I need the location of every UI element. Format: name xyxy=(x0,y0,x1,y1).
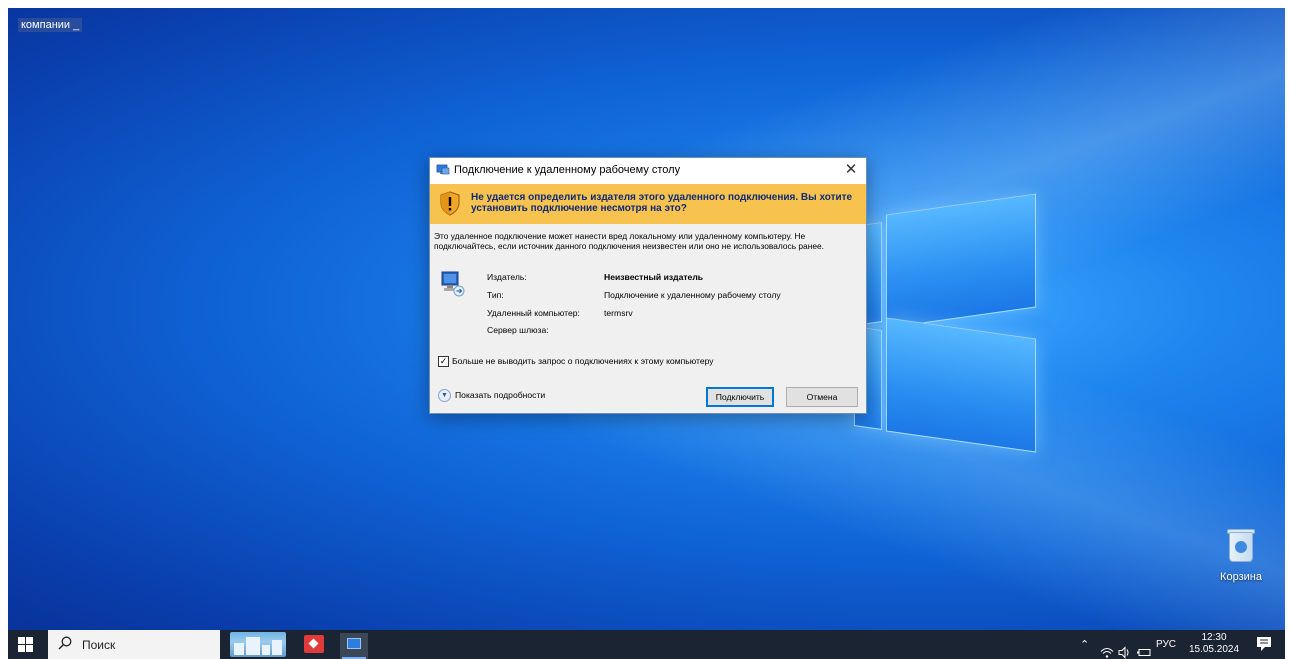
dont-ask-label[interactable]: Больше не выводить запрос о подключениях… xyxy=(452,356,714,366)
recycle-bin[interactable]: Корзина xyxy=(1206,528,1276,583)
remote-computer-label: Удаленный компьютер: xyxy=(487,308,580,318)
notification-icon[interactable] xyxy=(1256,636,1272,652)
top-caption: компании _ xyxy=(18,18,83,32)
computer-icon xyxy=(441,271,465,297)
clock-time: 12:30 xyxy=(1201,632,1227,643)
recycle-bin-icon xyxy=(1226,528,1256,562)
dialog-description: Это удаленное подключение может нанести … xyxy=(434,231,824,251)
warning-text: Не удается определить издателя этого уда… xyxy=(471,192,853,214)
logo-pane-bottom-right xyxy=(886,317,1036,453)
anydesk-taskbar-icon[interactable] xyxy=(304,635,324,653)
dialog-title: Подключение к удаленному рабочему столу xyxy=(454,164,681,176)
shield-warning-icon xyxy=(440,191,460,216)
chevron-up-icon[interactable]: ⌃ xyxy=(1080,638,1089,659)
search-icon xyxy=(58,636,72,650)
dont-ask-checkbox[interactable]: ✓ xyxy=(438,356,449,367)
recycle-bin-label: Корзина xyxy=(1220,571,1262,583)
cancel-button[interactable]: Отмена xyxy=(786,387,858,407)
clock[interactable]: 12:30 15.05.2024 xyxy=(1186,632,1242,656)
windows-wallpaper-logo xyxy=(854,193,1036,453)
clock-date: 15.05.2024 xyxy=(1188,644,1240,655)
publisher-value: Неизвестный издатель xyxy=(604,272,704,282)
type-value: Подключение к удаленному рабочему столу xyxy=(604,290,781,300)
connect-button[interactable]: Подключить xyxy=(706,387,774,407)
wifi-icon[interactable] xyxy=(1100,638,1114,659)
show-details-label[interactable]: Показать подробности xyxy=(455,390,545,400)
rdp-warning-dialog: Подключение к удаленному рабочему столу … xyxy=(429,157,867,414)
language-indicator[interactable]: РУС xyxy=(1156,639,1176,659)
rdp-icon xyxy=(436,164,450,175)
search-highlight-image[interactable] xyxy=(230,632,286,657)
remote-computer-value: termsrv xyxy=(604,308,633,318)
taskbar: Поиск ⌃ РУС 12:30 15.05.2024 xyxy=(8,630,1285,659)
taskbar-search-box[interactable]: Поиск xyxy=(48,630,220,659)
dialog-titlebar[interactable]: Подключение к удаленному рабочему столу … xyxy=(430,158,866,184)
warning-banner: Не удается определить издателя этого уда… xyxy=(430,184,866,224)
windows-start-icon[interactable] xyxy=(18,637,34,653)
search-placeholder: Поиск xyxy=(82,638,116,652)
publisher-label: Издатель: xyxy=(487,272,527,282)
gateway-label: Сервер шлюза: xyxy=(487,325,549,335)
close-button[interactable]: ✕ xyxy=(840,160,862,180)
volume-icon[interactable] xyxy=(1118,638,1132,659)
type-label: Тип: xyxy=(487,290,504,300)
remote-session-frame: компании _ Корзина Подключение к удаленн… xyxy=(0,0,1290,659)
rdp-taskbar-icon[interactable] xyxy=(340,633,368,659)
logo-pane-top-right xyxy=(886,193,1036,329)
chevron-down-icon[interactable]: ▼ xyxy=(438,389,451,402)
battery-icon[interactable] xyxy=(1136,638,1152,659)
